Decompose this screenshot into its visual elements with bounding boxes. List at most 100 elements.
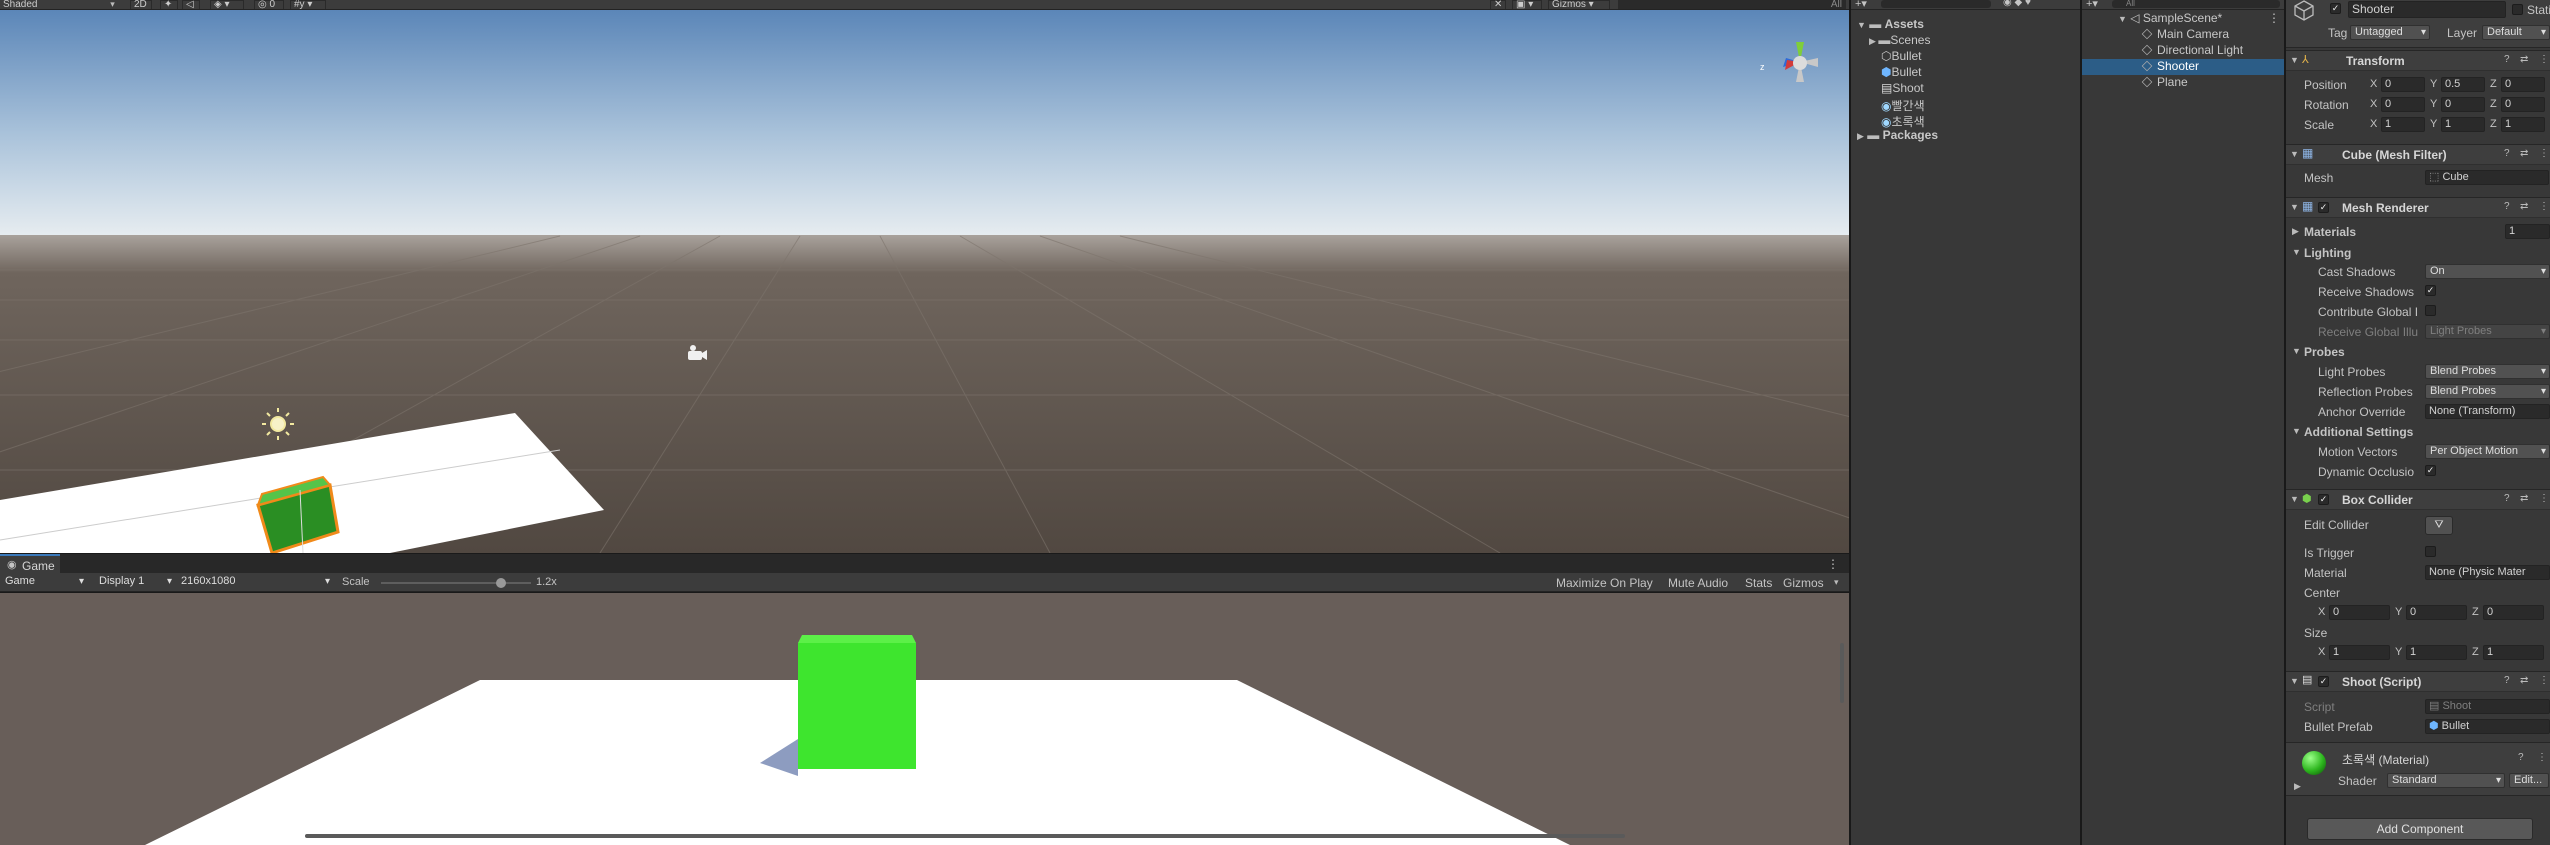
mesh-renderer-more-icon[interactable]: ⋮ — [2539, 201, 2549, 212]
mesh-renderer-help-icon[interactable]: ? — [2504, 201, 2510, 212]
shoot-script-enabled-checkbox[interactable]: ✓ — [2318, 676, 2329, 687]
project-filter-icon[interactable]: ◉ ◆ ♥ — [2003, 0, 2031, 8]
transform-more-icon[interactable]: ⋮ — [2539, 54, 2549, 65]
hierarchy-add-icon[interactable]: +▾ — [2086, 0, 2098, 10]
box-collider-presets-icon[interactable]: ⇄ — [2520, 493, 2528, 504]
anchor-override-field[interactable]: None (Transform) — [2425, 404, 2550, 419]
project-add-icon[interactable]: +▾ — [1855, 0, 1867, 10]
maximize-on-play-button[interactable]: Maximize On Play — [1556, 576, 1653, 590]
shoot-script-help-icon[interactable]: ? — [2504, 675, 2510, 686]
mesh-renderer-foldout-icon[interactable]: ▼ — [2290, 202, 2299, 212]
axis-z-field[interactable]: 0 — [2501, 77, 2545, 92]
scenes-expand-icon[interactable]: ▶ — [1869, 36, 1878, 46]
shader-edit-button[interactable]: Edit... — [2509, 773, 2549, 788]
resolution-dropdown[interactable]: 2160x1080 — [177, 575, 333, 590]
hierarchy-item[interactable]: Main Camera — [2082, 27, 2284, 43]
grid-toggle-icon[interactable]: #y ▾ — [290, 0, 326, 9]
axis-x-field[interactable]: 0 — [2381, 97, 2425, 112]
game-more-options-icon[interactable]: ⋮ — [1827, 557, 1839, 571]
scene-more-options-icon[interactable]: ⋮ — [2268, 11, 2280, 25]
transform-header[interactable]: ▼ ⅄ Transform ? ⇄ ⋮ — [2286, 50, 2550, 71]
box-collider-foldout-icon[interactable]: ▼ — [2290, 494, 2299, 504]
material-help-icon[interactable]: ? — [2518, 752, 2524, 763]
hierarchy-scene-root[interactable]: ▼ ◁ SampleScene* ⋮ — [2118, 11, 2284, 25]
mesh-object-field[interactable]: ⬚ Cube — [2425, 170, 2549, 185]
hierarchy-item[interactable]: Directional Light — [2082, 43, 2284, 59]
dynamic-occlusion-checkbox[interactable]: ✓ — [2425, 465, 2436, 476]
gameobject-name-field[interactable]: Shooter — [2348, 1, 2506, 18]
axis-y-field[interactable]: 1 — [2406, 645, 2467, 660]
hierarchy-item[interactable]: Shooter — [2082, 59, 2284, 75]
box-collider-header[interactable]: ▼ ⬢ ✓ Box Collider ? ⇄ ⋮ — [2286, 489, 2550, 510]
material-more-icon[interactable]: ⋮ — [2537, 752, 2547, 763]
project-item[interactable]: ◉ 빨간색 — [1881, 97, 1925, 114]
materials-foldout-icon[interactable]: ▶ — [2292, 226, 2299, 237]
scale-slider-track[interactable] — [381, 578, 531, 588]
project-item[interactable]: ⬢ Bullet — [1881, 65, 1922, 79]
gizmos-dropdown[interactable]: Gizmos ▾ — [1548, 0, 1610, 9]
mesh-filter-more-icon[interactable]: ⋮ — [2539, 148, 2549, 159]
materials-label[interactable]: Materials — [2304, 225, 2356, 239]
game-gizmos-button[interactable]: Gizmos — [1783, 576, 1824, 590]
mute-audio-button[interactable]: Mute Audio — [1668, 576, 1728, 590]
mesh-filter-foldout-icon[interactable]: ▼ — [2290, 149, 2299, 159]
material-foldout-icon[interactable]: ▶ — [2294, 781, 2301, 792]
hierarchy-search-input[interactable]: All — [2112, 0, 2280, 8]
axis-y-field[interactable]: 0 — [2441, 97, 2485, 112]
cast-shadows-dropdown[interactable]: On — [2425, 264, 2550, 279]
axis-z-field[interactable]: 1 — [2501, 117, 2545, 132]
box-collider-help-icon[interactable]: ? — [2504, 493, 2510, 504]
shoot-script-header[interactable]: ▼ ▤ ✓ Shoot (Script) ? ⇄ ⋮ — [2286, 671, 2550, 692]
axis-z-field[interactable]: 0 — [2501, 97, 2545, 112]
gameobject-active-checkbox[interactable]: ✓ — [2330, 3, 2341, 14]
tab-game[interactable]: ◉ Game — [0, 554, 60, 574]
project-item[interactable]: ▤ Shoot — [1881, 81, 1924, 95]
axis-x-field[interactable]: 0 — [2329, 605, 2390, 620]
shading-dropdown[interactable]: Shaded ▾ — [0, 0, 118, 9]
game-viewport[interactable] — [0, 593, 1849, 845]
display-dropdown[interactable]: Display 1 — [95, 575, 175, 590]
collider-material-field[interactable]: None (Physic Mater — [2425, 565, 2550, 580]
axis-x-field[interactable]: 1 — [2381, 117, 2425, 132]
effects-toggle-icon[interactable]: ◈ ▾ — [210, 0, 244, 9]
transform-help-icon[interactable]: ? — [2504, 54, 2510, 65]
mesh-renderer-header[interactable]: ▼ ▦ ✓ Mesh Renderer ? ⇄ ⋮ — [2286, 197, 2550, 218]
axis-y-field[interactable]: 0 — [2406, 605, 2467, 620]
game-gizmos-chevron-icon[interactable]: ▾ — [1834, 577, 1839, 588]
probes-foldout-icon[interactable]: ▼ — [2292, 346, 2301, 356]
mesh-renderer-enabled-checkbox[interactable]: ✓ — [2318, 202, 2329, 213]
mesh-filter-help-icon[interactable]: ? — [2504, 148, 2510, 159]
mesh-filter-presets-icon[interactable]: ⇄ — [2520, 148, 2528, 159]
project-search-input[interactable] — [1881, 0, 1991, 8]
transform-presets-icon[interactable]: ⇄ — [2520, 54, 2528, 65]
mode-2d-button[interactable]: 2D — [130, 0, 152, 9]
axis-x-field[interactable]: 1 — [2329, 645, 2390, 660]
add-component-button[interactable]: Add Component — [2307, 818, 2533, 840]
scene-search-input[interactable]: All — [1618, 0, 1846, 9]
visibility-toggle-icon[interactable]: ◎ 0 — [254, 0, 284, 9]
stats-button[interactable]: Stats — [1745, 576, 1772, 590]
axis-x-field[interactable]: 0 — [2381, 77, 2425, 92]
light-probes-dropdown[interactable]: Blend Probes — [2425, 364, 2550, 379]
tools-close-icon[interactable]: ✕ — [1490, 0, 1506, 9]
receive-shadows-checkbox[interactable]: ✓ — [2425, 285, 2436, 296]
shoot-script-more-icon[interactable]: ⋮ — [2539, 675, 2549, 686]
shader-dropdown[interactable]: Standard — [2387, 773, 2505, 788]
additional-settings-foldout-icon[interactable]: ▼ — [2292, 426, 2301, 436]
motion-vectors-dropdown[interactable]: Per Object Motion — [2425, 444, 2550, 459]
project-packages-root[interactable]: ▶ ▬ Packages — [1857, 128, 1938, 142]
mesh-filter-header[interactable]: ▼ ▦ Cube (Mesh Filter) ? ⇄ ⋮ — [2286, 144, 2550, 165]
shoot-script-presets-icon[interactable]: ⇄ — [2520, 675, 2528, 686]
hierarchy-item[interactable]: Plane — [2082, 75, 2284, 91]
additional-settings-label[interactable]: Additional Settings — [2304, 425, 2413, 439]
contribute-gi-checkbox[interactable] — [2425, 305, 2436, 316]
scene-view[interactable]: z — [0, 10, 1849, 553]
project-item[interactable]: ⬡ Bullet — [1881, 49, 1922, 63]
box-collider-more-icon[interactable]: ⋮ — [2539, 493, 2549, 504]
camera-settings-icon[interactable]: ▣ ▾ — [1512, 0, 1542, 9]
edit-collider-button[interactable]: ⛛ — [2425, 516, 2453, 535]
mesh-renderer-presets-icon[interactable]: ⇄ — [2520, 201, 2528, 212]
axis-y-field[interactable]: 1 — [2441, 117, 2485, 132]
transform-foldout-icon[interactable]: ▼ — [2290, 55, 2299, 65]
project-assets-root[interactable]: ▼ ▬ Assets — [1857, 17, 1924, 31]
